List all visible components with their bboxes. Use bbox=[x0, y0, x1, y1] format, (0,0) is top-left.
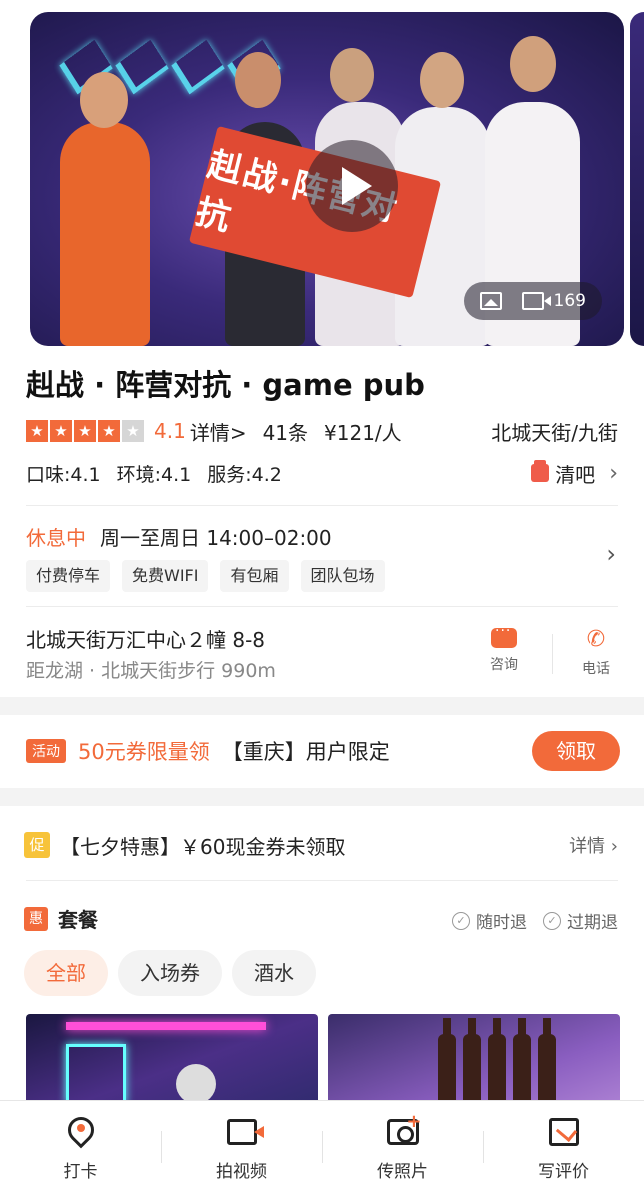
taste-score: 口味:4.1 bbox=[26, 463, 101, 486]
video-icon bbox=[521, 292, 551, 310]
chevron-right-icon: › bbox=[609, 460, 618, 486]
tab-label: 拍视频 bbox=[216, 1162, 267, 1182]
location-pin-icon bbox=[62, 1111, 99, 1149]
refund-policies: ✓ 随时退 ✓ 过期退 bbox=[452, 908, 618, 933]
video-camera-icon bbox=[225, 1115, 264, 1149]
opening-hours: 周一至周日 14:00–02:00 bbox=[100, 526, 332, 550]
chevron-right-icon: › bbox=[610, 836, 618, 857]
tab-upload-photo[interactable]: + 传照片 bbox=[322, 1101, 483, 1200]
tab-label: 传照片 bbox=[377, 1162, 428, 1182]
package-title: 套餐 bbox=[58, 908, 98, 932]
consult-button[interactable]: 咨询 bbox=[490, 623, 518, 674]
tab-write-review[interactable]: 写评价 bbox=[483, 1101, 644, 1200]
play-button[interactable] bbox=[306, 140, 398, 232]
shop-name: 赳战 · 阵营对抗 · game pub bbox=[26, 368, 425, 402]
activity-highlight: 50元券限量领 bbox=[78, 740, 210, 764]
promo-row[interactable]: 促 【七夕特惠】￥60现金券未领取 详情 › bbox=[24, 828, 618, 862]
environment-score: 环境:4.1 bbox=[116, 463, 192, 486]
phone-icon: ✆ bbox=[586, 627, 606, 652]
star-icon: ★ bbox=[74, 420, 96, 442]
tab-record-video[interactable]: 拍视频 bbox=[161, 1101, 322, 1200]
filter-ticket[interactable]: 入场券 bbox=[118, 950, 222, 996]
tab-label: 打卡 bbox=[63, 1162, 98, 1182]
avg-price: ¥121/人 bbox=[324, 420, 402, 445]
divider bbox=[26, 505, 618, 506]
tab-checkin[interactable]: 打卡 bbox=[0, 1101, 161, 1200]
shop-address[interactable]: 北城天街万汇中心２幢 8-8 bbox=[26, 624, 265, 653]
shop-area: 北城天街/九街 bbox=[491, 420, 618, 445]
claim-button[interactable]: 领取 bbox=[532, 731, 620, 771]
photo-count: 169 bbox=[553, 291, 586, 311]
person-head bbox=[235, 52, 281, 108]
shop-distance: 距龙湖 · 北城天街步行 990m bbox=[26, 660, 276, 682]
star-icon: ★ bbox=[98, 420, 120, 442]
promo-text: 【七夕特惠】￥60现金券未领取 bbox=[60, 834, 346, 859]
open-status: 休息中 bbox=[26, 526, 86, 550]
rating-row: ★ ★ ★ ★ ★ 4.1 详情> 41条 ¥121/人 北城天街/九街 bbox=[26, 416, 618, 446]
category-link[interactable]: 清吧 › bbox=[531, 459, 618, 488]
person-head bbox=[80, 72, 128, 128]
facility-tag: 付费停车 bbox=[26, 560, 111, 592]
phone-button[interactable]: ✆ 电话 bbox=[582, 628, 610, 678]
policy-item: ✓ 随时退 bbox=[452, 908, 527, 933]
chevron-right-icon[interactable]: › bbox=[606, 540, 616, 568]
package-header: 惠 套餐 bbox=[24, 904, 98, 933]
rating-score: 4.1 bbox=[154, 419, 186, 443]
section-gap bbox=[0, 697, 644, 715]
hours-row[interactable]: 休息中 周一至周日 14:00–02:00 bbox=[26, 522, 332, 551]
activity-text: 【重庆】用户限定 bbox=[221, 740, 390, 764]
facility-tag: 团队包场 bbox=[300, 560, 385, 592]
camera-plus-icon: + bbox=[386, 1111, 422, 1149]
policy-item: ✓ 过期退 bbox=[543, 908, 618, 933]
divider bbox=[26, 880, 618, 881]
promo-badge: 促 bbox=[24, 832, 50, 858]
neon-frame bbox=[66, 1044, 126, 1104]
service-score: 服务:4.2 bbox=[207, 463, 282, 486]
rating-details-link[interactable]: 详情> bbox=[190, 417, 247, 446]
facility-tag: 免费WIFI bbox=[122, 560, 209, 592]
tab-label: 写评价 bbox=[538, 1162, 589, 1182]
bar-category-icon bbox=[531, 460, 550, 482]
chat-icon bbox=[491, 623, 517, 648]
package-badge: 惠 bbox=[24, 906, 48, 931]
review-count[interactable]: 41条 bbox=[263, 417, 308, 446]
check-circle-icon: ✓ bbox=[543, 911, 561, 930]
phone-label: 电话 bbox=[582, 661, 610, 677]
image-icon bbox=[479, 292, 502, 310]
promo-details-link[interactable]: 详情 › bbox=[569, 832, 618, 858]
rating-stars: ★ ★ ★ ★ ★ bbox=[26, 420, 144, 442]
star-icon: ★ bbox=[50, 420, 72, 442]
activity-badge: 活动 bbox=[26, 739, 66, 763]
facility-tags: 付费停车 免费WIFI 有包厢 团队包场 bbox=[26, 560, 385, 592]
person-head bbox=[420, 52, 464, 108]
divider bbox=[26, 606, 618, 607]
next-media-peek[interactable] bbox=[630, 12, 644, 346]
score-row: 口味:4.1 环境:4.1 服务:4.2 清吧 › bbox=[26, 458, 618, 488]
consult-label: 咨询 bbox=[490, 657, 518, 673]
person-figure bbox=[60, 122, 150, 346]
facility-tag: 有包厢 bbox=[220, 560, 289, 592]
person-head bbox=[330, 48, 374, 102]
section-gap bbox=[0, 788, 644, 806]
category-label: 清吧 bbox=[555, 462, 596, 487]
star-icon: ★ bbox=[26, 420, 48, 442]
target-board bbox=[176, 1064, 216, 1104]
media-count-badge[interactable]: 169 bbox=[463, 282, 602, 320]
person-head bbox=[510, 36, 556, 92]
divider bbox=[552, 634, 553, 674]
activity-row[interactable]: 活动 50元券限量领 【重庆】用户限定 bbox=[26, 736, 390, 766]
neon-light bbox=[66, 1022, 266, 1030]
bottom-action-bar: 打卡 拍视频 + 传照片 写评价 bbox=[0, 1100, 644, 1200]
star-empty-icon: ★ bbox=[122, 420, 144, 442]
chevron-right-icon: > bbox=[229, 420, 247, 445]
check-circle-icon: ✓ bbox=[452, 911, 470, 930]
edit-review-icon bbox=[547, 1115, 581, 1149]
filter-all[interactable]: 全部 bbox=[24, 950, 108, 996]
hero-video[interactable]: 赳战·阵营对抗 169 bbox=[30, 12, 624, 346]
package-filters: 全部 入场券 酒水 bbox=[24, 950, 316, 996]
filter-drinks[interactable]: 酒水 bbox=[232, 950, 316, 996]
